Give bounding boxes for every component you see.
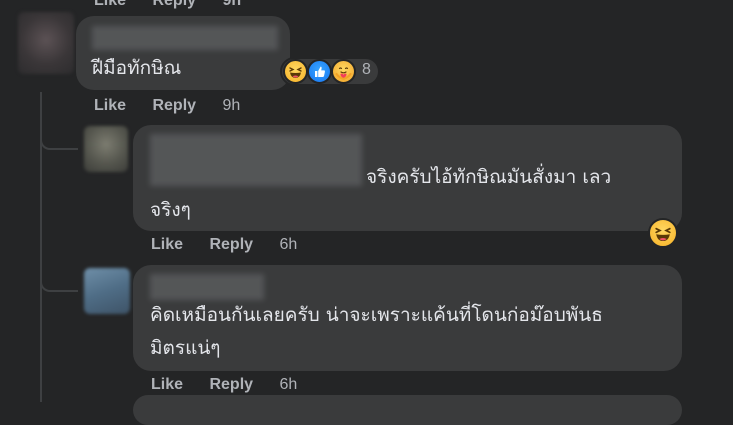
care-icon	[331, 59, 356, 84]
reply-connector	[40, 128, 78, 150]
comment-actions: Like Reply 6h	[151, 236, 297, 254]
previous-comment-actions: Like Reply 9h	[94, 0, 263, 10]
like-link[interactable]: Like	[94, 97, 126, 114]
avatar[interactable]	[84, 268, 130, 314]
timestamp[interactable]: 9h	[223, 97, 241, 114]
reply-connector	[40, 270, 78, 292]
reply-link[interactable]: Reply	[209, 236, 253, 253]
comment-text: ฝีมือทักษิณ	[92, 57, 182, 79]
commenter-name-redacted[interactable]	[150, 134, 362, 186]
reply-link[interactable]: Reply	[152, 97, 196, 114]
comment-actions: Like Reply 6h	[151, 376, 297, 394]
reply-link[interactable]: Reply	[209, 376, 253, 393]
commenter-name-redacted[interactable]	[150, 274, 264, 300]
timestamp[interactable]: 6h	[280, 236, 298, 253]
haha-icon	[283, 59, 308, 84]
comment-text: คิดเหมือนกันเลยครับ น่าจะเพราะแค้นที่โดน…	[150, 304, 603, 326]
like-link[interactable]: Like	[151, 376, 183, 393]
reply-link[interactable]: Reply	[152, 0, 196, 9]
comment-text-continued: จริงๆ	[150, 199, 191, 221]
reaction-count[interactable]: 8	[362, 61, 371, 79]
avatar[interactable]	[18, 12, 74, 74]
like-icon	[307, 59, 332, 84]
timestamp[interactable]: 6h	[280, 376, 298, 393]
like-link[interactable]: Like	[94, 0, 126, 9]
comment-actions: Like Reply 9h	[94, 97, 240, 115]
like-link[interactable]: Like	[151, 236, 183, 253]
comment-text-continued: มิตรแน่ๆ	[150, 337, 221, 359]
timestamp[interactable]: 9h	[223, 0, 242, 9]
haha-icon[interactable]	[648, 218, 678, 248]
comment-text: จริงครับไอ้ทักษิณมันสั่งมา เลว	[366, 166, 612, 188]
avatar[interactable]	[84, 126, 128, 172]
commenter-name-redacted[interactable]	[92, 26, 278, 50]
